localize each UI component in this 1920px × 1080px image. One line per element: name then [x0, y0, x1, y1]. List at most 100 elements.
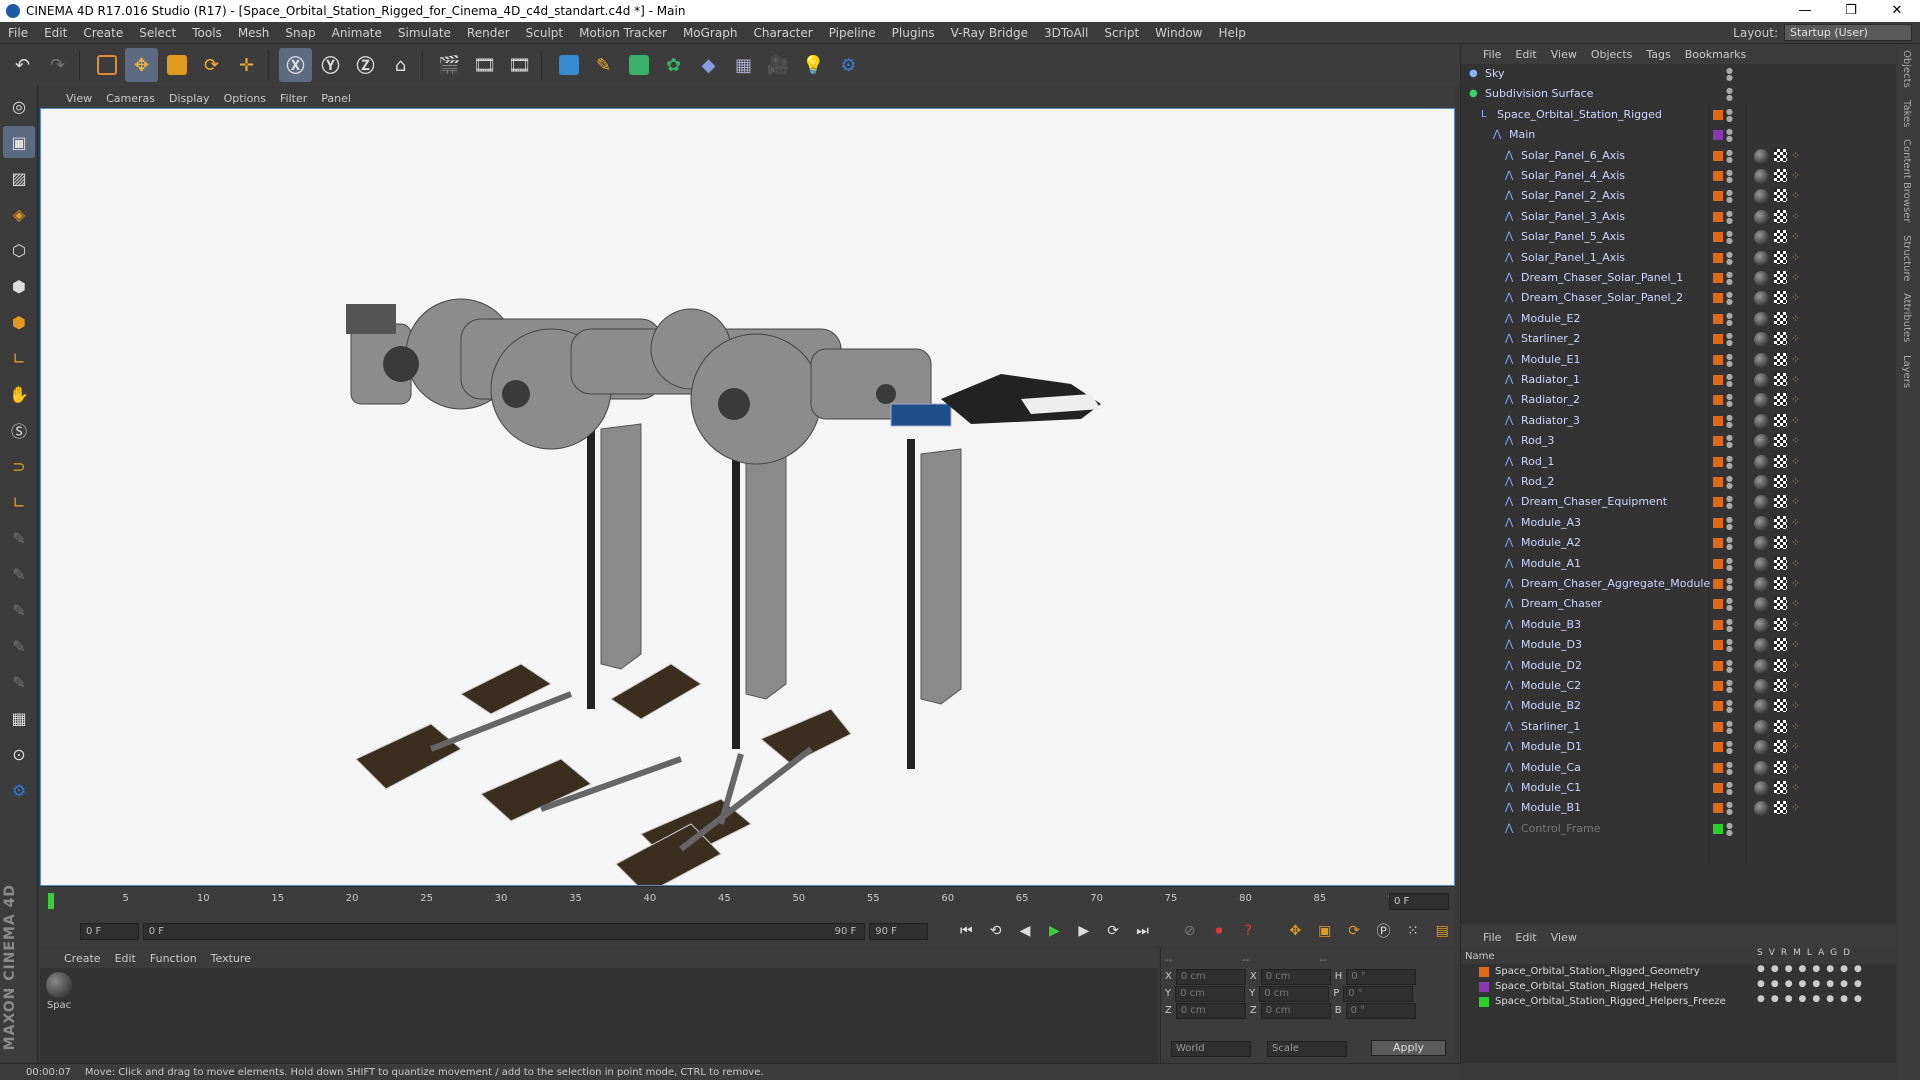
- python-button[interactable]: ⚙: [832, 48, 865, 82]
- phong-tag-icon[interactable]: ⁘: [1791, 781, 1800, 794]
- right-tab-structure[interactable]: Structure: [1898, 229, 1915, 288]
- phong-tag-icon[interactable]: ⁘: [1791, 230, 1800, 243]
- scale-mode-dropdown[interactable]: Scale: [1267, 1040, 1347, 1057]
- material-tag-icon[interactable]: [1754, 250, 1769, 266]
- visibility-dots-icon[interactable]: ● ●: [1726, 740, 1733, 755]
- menu-snap[interactable]: Snap: [277, 26, 323, 40]
- coord-value-field[interactable]: 0 cm: [1260, 1002, 1331, 1019]
- layout-dropdown[interactable]: Startup (User): [1784, 24, 1912, 41]
- texture-tag-icon[interactable]: [1774, 658, 1787, 672]
- material-tag-icon[interactable]: [1754, 475, 1769, 490]
- object-row[interactable]: ⋀ Rod_2 ● ● ⁘: [1461, 472, 1897, 492]
- texture-tag-icon[interactable]: [1774, 679, 1787, 692]
- object-row[interactable]: ⋀ Starliner_2 ● ● ⁘: [1461, 329, 1897, 349]
- menu-sculpt[interactable]: Sculpt: [518, 26, 571, 40]
- record-keys-off-icon[interactable]: ⊘: [1177, 919, 1202, 943]
- object-row[interactable]: ⋀ Main ● ●: [1461, 125, 1897, 145]
- tweak-mode-button[interactable]: ✋: [3, 378, 35, 410]
- phong-tag-icon[interactable]: ⁘: [1791, 720, 1800, 733]
- menu-character[interactable]: Character: [745, 26, 820, 40]
- phong-tag-icon[interactable]: ⁘: [1791, 577, 1800, 590]
- viewport-menu-view[interactable]: View: [66, 92, 92, 105]
- material-tag-icon[interactable]: [1754, 189, 1769, 205]
- key-scale-button[interactable]: ▣: [1312, 919, 1337, 943]
- object-row[interactable]: ⋀ Module_E2 ● ● ⁘: [1461, 309, 1897, 329]
- object-row[interactable]: ⋀ Radiator_1 ● ● ⁘: [1461, 370, 1897, 390]
- texture-tag-icon[interactable]: [1774, 577, 1787, 590]
- object-row[interactable]: ⋀ Module_Ca ● ● ⁘: [1461, 758, 1897, 778]
- object-row[interactable]: ⋀ Dream_Chaser_Aggregate_Module ● ● ⁘: [1461, 574, 1897, 594]
- object-row[interactable]: ⋀ Module_D1 ● ● ⁘: [1461, 737, 1897, 757]
- phong-tag-icon[interactable]: ⁘: [1791, 455, 1800, 468]
- material-tag-icon[interactable]: [1754, 311, 1769, 327]
- brush-tool-1[interactable]: ✎: [3, 522, 35, 554]
- material-tag-icon[interactable]: [1754, 230, 1769, 246]
- material-tag-icon[interactable]: [1754, 597, 1769, 613]
- cloner-button[interactable]: ✿: [657, 48, 690, 82]
- snap-button[interactable]: ⊃: [3, 450, 35, 482]
- live-selection-tool[interactable]: [90, 48, 123, 82]
- layers-menu-view[interactable]: View: [1551, 931, 1577, 944]
- material-tag-icon[interactable]: [1754, 148, 1769, 164]
- layers-menu-edit[interactable]: Edit: [1515, 931, 1536, 944]
- material-tag-icon[interactable]: [1754, 209, 1769, 225]
- texture-tag-icon[interactable]: [1774, 515, 1787, 529]
- object-row[interactable]: ⋀ Module_A2 ● ● ⁘: [1461, 533, 1897, 553]
- menu-window[interactable]: Window: [1147, 26, 1210, 40]
- end-frame-field[interactable]: 90 F: [869, 922, 928, 940]
- phong-tag-icon[interactable]: ⁘: [1791, 291, 1800, 304]
- visibility-dots-icon[interactable]: ● ●: [1726, 821, 1733, 836]
- phong-tag-icon[interactable]: ⁘: [1791, 536, 1800, 549]
- phong-tag-icon[interactable]: ⁘: [1791, 699, 1800, 712]
- phong-tag-icon[interactable]: ⁘: [1791, 393, 1800, 406]
- previous-key-button[interactable]: ⟲: [983, 919, 1008, 943]
- material-tag-icon[interactable]: [1754, 781, 1769, 796]
- visibility-dots-icon[interactable]: ● ●: [1726, 230, 1733, 245]
- phong-tag-icon[interactable]: ⁘: [1791, 414, 1800, 427]
- coord-value-field[interactable]: 0 °: [1343, 985, 1414, 1002]
- object-row[interactable]: ⋀ Dream_Chaser ● ● ⁘: [1461, 594, 1897, 614]
- viewport-menu-display[interactable]: Display: [169, 92, 210, 105]
- texture-tag-icon[interactable]: [1774, 230, 1787, 244]
- phong-tag-icon[interactable]: ⁘: [1791, 475, 1800, 488]
- texture-tag-icon[interactable]: [1774, 475, 1787, 488]
- object-row[interactable]: ⋀ Module_E1 ● ● ⁘: [1461, 350, 1897, 370]
- phong-tag-icon[interactable]: ⁘: [1791, 761, 1800, 774]
- material-tag-icon[interactable]: [1754, 801, 1769, 817]
- material-tag-icon[interactable]: [1754, 556, 1769, 572]
- menu-tools[interactable]: Tools: [184, 26, 230, 40]
- record-active-button[interactable]: ⏺: [1206, 919, 1231, 943]
- scale-tool[interactable]: [160, 48, 193, 82]
- texture-tag-icon[interactable]: [1774, 638, 1787, 652]
- texture-tag-icon[interactable]: [1774, 271, 1787, 284]
- x-axis-lock-button[interactable]: Ⓧ: [279, 48, 312, 82]
- layer-row[interactable]: Space_Orbital_Station_Rigged_Helpers ●●●●…: [1461, 979, 1896, 994]
- material-tag-icon[interactable]: [1754, 291, 1769, 307]
- texture-tag-icon[interactable]: [1774, 495, 1787, 509]
- object-row[interactable]: ⋀ Module_A3 ● ● ⁘: [1461, 513, 1897, 533]
- z-axis-lock-button[interactable]: Ⓩ: [349, 48, 382, 82]
- material-tag-icon[interactable]: [1754, 454, 1769, 470]
- material-tag-icon[interactable]: [1754, 515, 1769, 531]
- visibility-dots-icon[interactable]: ● ●: [1726, 515, 1733, 530]
- visibility-dots-icon[interactable]: ● ●: [1726, 291, 1733, 306]
- coordinate-space-dropdown[interactable]: World: [1171, 1040, 1251, 1057]
- close-button[interactable]: ✕: [1874, 0, 1920, 22]
- texture-tag-icon[interactable]: [1774, 801, 1787, 815]
- layer-flags-icons[interactable]: ●●●●●●●●: [1757, 994, 1868, 1004]
- layer-row[interactable]: Space_Orbital_Station_Rigged_Geometry ●●●…: [1461, 964, 1896, 979]
- objects-menu-file[interactable]: File: [1483, 48, 1501, 61]
- phong-tag-icon[interactable]: ⁘: [1791, 801, 1800, 814]
- deformer-button[interactable]: ◆: [692, 48, 725, 82]
- material-tag-icon[interactable]: [1754, 658, 1769, 674]
- subdivision-surface-button[interactable]: [622, 48, 655, 82]
- visibility-dots-icon[interactable]: ● ●: [1726, 332, 1733, 347]
- objects-menu-objects[interactable]: Objects: [1591, 48, 1633, 61]
- material-swatch[interactable]: Spac: [44, 972, 74, 1011]
- brush-tool-3[interactable]: ✎: [3, 594, 35, 626]
- object-row[interactable]: ● Sky ● ●: [1461, 64, 1897, 84]
- phong-tag-icon[interactable]: ⁘: [1791, 516, 1800, 529]
- phong-tag-icon[interactable]: ⁘: [1791, 618, 1800, 631]
- phong-tag-icon[interactable]: ⁘: [1791, 189, 1800, 202]
- visibility-dots-icon[interactable]: ● ●: [1726, 189, 1733, 204]
